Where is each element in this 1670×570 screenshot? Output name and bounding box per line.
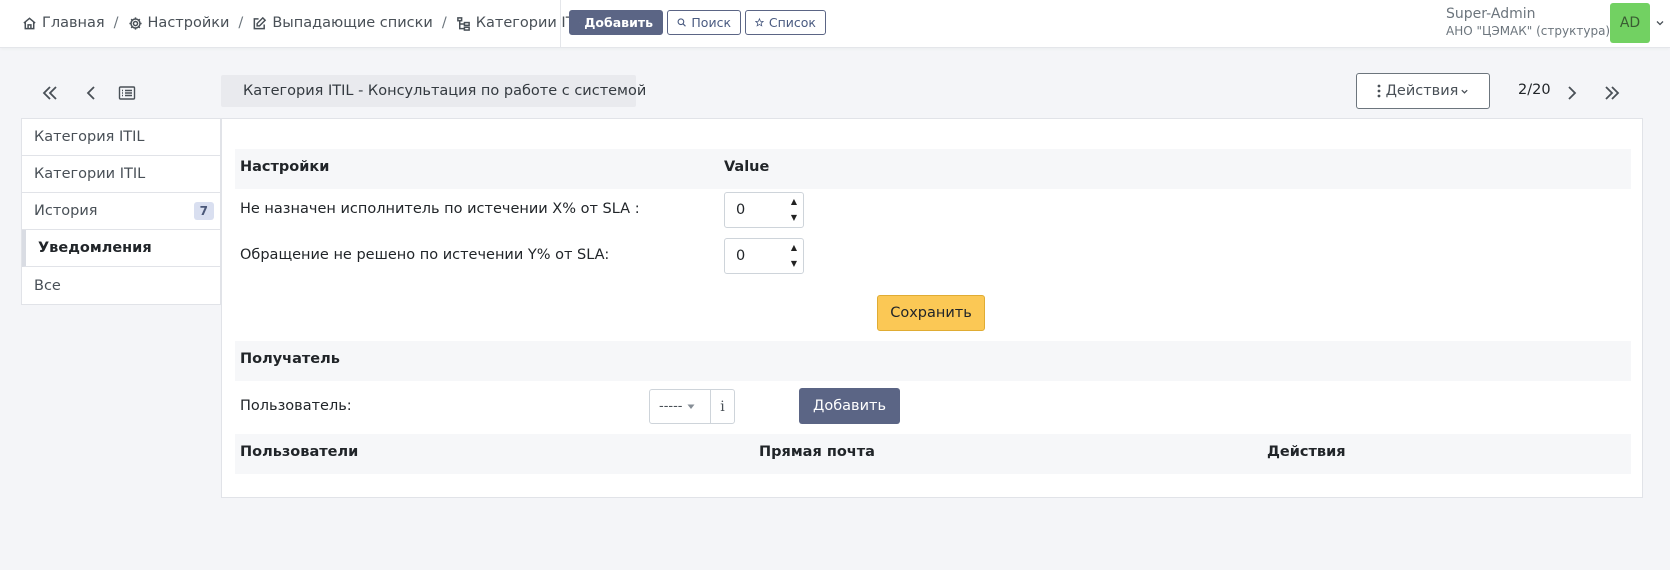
user-field-label: Пользователь:	[240, 398, 352, 414]
user-info[interactable]: Super-Admin АНО "ЦЭМАК" (структура)	[1446, 6, 1610, 40]
actions-column-header: Действия	[1267, 444, 1346, 460]
sidebar-item-notifications[interactable]: Уведомления	[22, 230, 220, 267]
sla-y-input[interactable]: 0 ▲ ▼	[724, 238, 804, 274]
recipients-table-header	[235, 434, 1631, 474]
sidebar-item-all[interactable]: Все	[22, 267, 220, 304]
chevron-left-icon	[86, 86, 95, 100]
sidebar-item-history[interactable]: История 7	[22, 193, 220, 230]
user-select-value: -----	[659, 399, 683, 414]
breadcrumb-separator: /	[238, 15, 244, 31]
sla-x-value: 0	[736, 202, 746, 218]
actions-dropdown-button[interactable]: Действия	[1356, 73, 1490, 109]
chevron-right-icon	[1568, 86, 1577, 100]
info-button[interactable]: i	[710, 389, 735, 424]
recipient-title: Получатель	[240, 351, 340, 367]
double-chevron-left-icon	[42, 86, 57, 100]
sidebar-item-label: История	[34, 203, 98, 219]
breadcrumb-item-dropdowns[interactable]: Выпадающие списки	[252, 15, 433, 31]
record-pager: 2/20	[1518, 82, 1551, 98]
sidebar-item-itil-category[interactable]: Категория ITIL	[22, 119, 220, 156]
breadcrumb-item-settings[interactable]: Настройки	[128, 15, 230, 31]
spin-down-icon[interactable]: ▼	[791, 257, 797, 271]
user-organization: АНО "ЦЭМАК" (структура)	[1446, 24, 1611, 38]
value-column-header: Value	[724, 159, 770, 175]
sidebar-item-label: Категория ITIL	[34, 129, 145, 145]
gear-icon	[128, 16, 142, 30]
last-record-button[interactable]	[1601, 82, 1623, 104]
breadcrumb-label: Настройки	[147, 15, 230, 31]
top-navbar: Главная / Настройки / Выпадающие списки …	[0, 0, 1670, 48]
sla-x-label: Не назначен исполнитель по истечении X% …	[240, 201, 640, 217]
record-title: Категория ITIL - Консультация по работе …	[221, 75, 646, 107]
breadcrumb-label: Главная	[42, 15, 105, 31]
chevron-down-icon	[1461, 89, 1469, 94]
home-icon	[23, 16, 36, 29]
direct-email-column-header: Прямая почта	[759, 444, 875, 460]
sidebar-item-itil-categories[interactable]: Категории ITIL	[22, 156, 220, 193]
recipient-header-row	[235, 341, 1631, 381]
settings-header-row	[235, 149, 1631, 189]
list-view-icon	[118, 86, 136, 100]
previous-record-button[interactable]	[80, 82, 102, 104]
record-list-button[interactable]	[116, 82, 138, 104]
record-title-text: Категория ITIL - Консультация по работе …	[243, 83, 647, 99]
spin-up-icon[interactable]: ▲	[791, 241, 797, 255]
star-icon	[755, 17, 764, 27]
number-spinner[interactable]: ▲ ▼	[787, 195, 801, 225]
search-button-label: Поиск	[691, 15, 731, 30]
hierarchy-icon	[456, 16, 470, 31]
add-button[interactable]: Добавить	[569, 10, 663, 35]
count-badge: 7	[193, 202, 214, 220]
breadcrumb: Главная / Настройки / Выпадающие списки …	[22, 12, 587, 34]
number-spinner[interactable]: ▲ ▼	[787, 241, 801, 271]
list-button[interactable]: Список	[745, 10, 826, 35]
chevron-down-icon[interactable]	[1655, 18, 1665, 28]
sla-y-value: 0	[736, 248, 746, 264]
breadcrumb-separator: /	[113, 15, 119, 31]
spin-down-icon[interactable]: ▼	[791, 211, 797, 225]
breadcrumb-separator: /	[441, 15, 447, 31]
settings-column-header: Настройки	[240, 159, 330, 175]
notifications-panel: Настройки Value Не назначен исполнитель …	[221, 118, 1643, 498]
user-name: Super-Admin	[1446, 6, 1536, 22]
sidebar-item-label: Уведомления	[38, 240, 152, 256]
edit-icon	[253, 16, 267, 29]
search-icon	[677, 18, 686, 27]
sla-x-input[interactable]: 0 ▲ ▼	[724, 192, 804, 228]
save-button[interactable]: Сохранить	[877, 295, 985, 331]
caret-down-icon	[687, 404, 695, 409]
breadcrumb-label: Выпадающие списки	[272, 15, 433, 31]
breadcrumb-item-home[interactable]: Главная	[22, 15, 105, 31]
sidebar-item-label: Категории ITIL	[34, 166, 146, 182]
double-chevron-right-icon	[1605, 86, 1620, 100]
user-select[interactable]: -----	[649, 389, 711, 424]
users-column-header: Пользователи	[240, 444, 359, 460]
add-recipient-button[interactable]: Добавить	[799, 388, 900, 424]
actions-label: Действия	[1385, 83, 1459, 99]
vertical-dots-icon	[1377, 84, 1380, 98]
avatar[interactable]: AD	[1610, 3, 1650, 43]
record-sidebar: Категория ITIL Категории ITIL История 7 …	[21, 118, 221, 305]
first-record-button[interactable]	[39, 82, 61, 104]
breadcrumb-item-itil-categories[interactable]: Категории ITIL	[456, 15, 587, 31]
next-record-button[interactable]	[1561, 82, 1583, 104]
spin-up-icon[interactable]: ▲	[791, 195, 797, 209]
list-button-label: Список	[768, 15, 816, 30]
add-button-label: Добавить	[584, 15, 653, 30]
toolbar-divider	[560, 0, 561, 47]
search-button[interactable]: Поиск	[667, 10, 741, 35]
sidebar-item-label: Все	[34, 277, 61, 294]
sla-y-label: Обращение не решено по истечении Y% от S…	[240, 247, 610, 263]
